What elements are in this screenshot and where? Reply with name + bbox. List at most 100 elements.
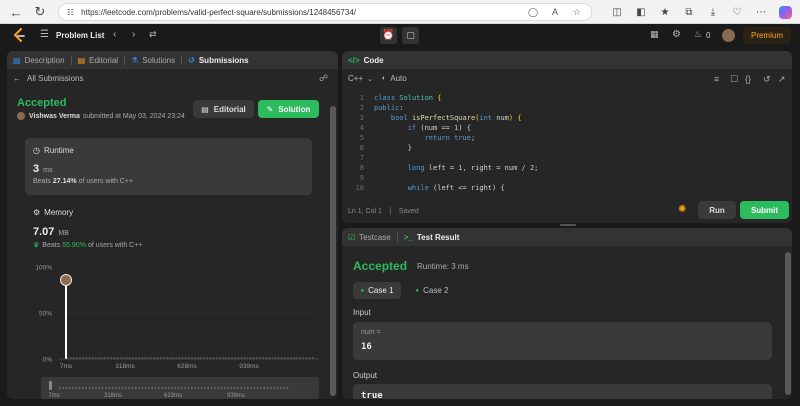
format-icon[interactable]: ≡ xyxy=(714,74,719,84)
case-2-tab[interactable]: ● Case 2 xyxy=(408,282,456,299)
mini-bar xyxy=(144,387,147,389)
auto-mode-toggle[interactable]: ◐ Auto xyxy=(382,74,407,83)
heart-icon[interactable]: ♡ xyxy=(726,0,748,24)
copilot-icon[interactable] xyxy=(774,0,796,24)
next-problem-icon[interactable]: › xyxy=(132,29,135,40)
address-bar[interactable]: ☷ https://leetcode.com/problems/valid-pe… xyxy=(58,3,592,21)
mini-bar xyxy=(266,387,269,389)
result-tabbar: ☑ Testcase >_ Test Result xyxy=(342,228,792,246)
input-box: num = 16 xyxy=(353,322,772,360)
pass-dot-icon: ● xyxy=(360,287,365,294)
mini-bar xyxy=(92,387,94,389)
mini-bar xyxy=(72,387,74,389)
shuffle-icon[interactable]: ⇄ xyxy=(149,29,157,40)
mini-bar xyxy=(250,387,252,389)
more-icon[interactable]: ⋯ xyxy=(750,0,772,24)
expand-icon[interactable]: ↗ xyxy=(778,74,786,85)
tab-test-result[interactable]: >_ Test Result xyxy=(398,228,466,246)
mini-bar xyxy=(151,387,153,389)
author-name[interactable]: Vishwas Verma xyxy=(29,113,80,120)
bookmark-icon[interactable]: ☐ xyxy=(730,74,738,85)
tab-code[interactable]: </> Code xyxy=(342,51,390,69)
all-submissions-link[interactable]: ← All Submissions xyxy=(13,74,83,83)
run-button[interactable]: Run xyxy=(698,201,736,219)
case-1-tab[interactable]: ● Case 1 xyxy=(353,282,401,299)
output-label: Output xyxy=(353,371,378,380)
code-line: 10 while (left <= right) { xyxy=(355,184,505,192)
user-position-avatar[interactable] xyxy=(60,274,72,286)
mini-bar xyxy=(131,387,134,389)
tab-solutions[interactable]: ⚗ Solutions xyxy=(125,51,181,69)
user-avatar[interactable] xyxy=(722,29,735,42)
mini-bar xyxy=(171,387,173,389)
solution-button[interactable]: ✎ Solution xyxy=(258,100,319,118)
braces-icon[interactable]: {} xyxy=(745,74,751,84)
editorial-button[interactable]: ▤ Editorial xyxy=(193,100,254,118)
mini-bar xyxy=(280,387,282,389)
left-scrollbar[interactable] xyxy=(329,103,337,399)
runtime-distribution-chart[interactable]: 100% 50% 0% 7ms 318ms 628ms 939ms xyxy=(7,261,327,391)
reset-icon[interactable]: ↺ xyxy=(763,74,771,85)
language-select[interactable]: C++ ⌄ xyxy=(348,74,373,83)
input-value: 16 xyxy=(361,342,372,352)
settings-gear-icon[interactable]: ⚙ xyxy=(672,29,681,40)
chevron-down-icon: ⌄ xyxy=(367,75,373,83)
runtime-value-row: 3 ms xyxy=(33,163,52,175)
memory-unit: MB xyxy=(58,230,69,237)
resize-handle[interactable] xyxy=(560,224,576,226)
layout-icon[interactable]: ▦ xyxy=(650,29,659,40)
mini-bar xyxy=(154,387,157,389)
range-handle[interactable] xyxy=(49,381,52,390)
premium-button[interactable]: Premium xyxy=(743,27,791,44)
left-scrollbar-thumb[interactable] xyxy=(330,106,336,396)
memory-value: 7.07 xyxy=(33,226,55,238)
problem-list-icon[interactable]: ☰ xyxy=(40,29,49,40)
reload-icon[interactable]: ↻ xyxy=(29,1,51,23)
memory-beats: ♛ Beats 55.90% of users with C++ xyxy=(33,241,143,250)
collections-icon[interactable]: ⧉ xyxy=(678,0,700,24)
sidebar-icon[interactable]: ◧ xyxy=(630,0,652,24)
tab-testcase[interactable]: ☑ Testcase xyxy=(342,228,397,246)
extension-icon[interactable]: ◯ xyxy=(526,3,540,21)
code-icon: </> xyxy=(348,55,360,65)
mini-bar xyxy=(207,387,209,389)
debug-bug-icon[interactable]: ✺ xyxy=(678,204,686,215)
site-info-icon[interactable]: ☷ xyxy=(67,8,74,17)
highlight-bar[interactable] xyxy=(65,275,67,359)
mini-bar xyxy=(148,387,150,389)
result-scrollbar-thumb[interactable] xyxy=(785,252,791,395)
tab-description[interactable]: ▤ Description xyxy=(7,51,71,69)
timer-button[interactable]: ⏰ xyxy=(380,27,397,44)
downloads-icon[interactable]: ⤓ xyxy=(702,0,724,24)
favorite-star-icon[interactable]: ☆ xyxy=(570,3,584,21)
leetcode-logo-icon[interactable] xyxy=(12,28,26,43)
read-aloud-icon[interactable]: A xyxy=(548,3,562,21)
submission-status: Accepted xyxy=(17,97,67,109)
mini-bar xyxy=(177,387,180,389)
problem-list-link[interactable]: Problem List xyxy=(56,31,104,40)
prev-problem-icon[interactable]: ‹ xyxy=(113,29,116,40)
submit-button[interactable]: Submit xyxy=(740,201,789,219)
notes-button[interactable]: ▢ xyxy=(402,27,419,44)
mini-tick-label: 318ms xyxy=(104,393,122,399)
streak-fire-icon[interactable]: ♨ xyxy=(694,29,702,40)
share-link-icon[interactable]: ☍ xyxy=(319,73,328,84)
browser-toolbar: ← ↻ ☷ https://leetcode.com/problems/vali… xyxy=(0,0,800,24)
result-status: Accepted xyxy=(353,259,408,273)
history-icon: ↺ xyxy=(188,55,195,65)
flask-icon: ⚗ xyxy=(131,55,139,65)
result-scrollbar[interactable] xyxy=(784,248,792,399)
mini-tick-label: 939ms xyxy=(227,393,245,399)
mini-bar xyxy=(194,387,196,389)
runtime-card[interactable]: ◷ Runtime 3 ms Beats 27.14% of users wit… xyxy=(25,138,312,195)
tab-editorial[interactable]: ▤ Editorial xyxy=(72,51,124,69)
code-editor[interactable]: 1 class Solution { 2 public: 3 bool isPerf… xyxy=(342,93,792,192)
lock-icon: ◐ xyxy=(382,75,387,82)
mini-bar xyxy=(158,387,160,389)
back-arrow-icon[interactable]: ← xyxy=(5,1,27,23)
favorites-icon[interactable]: ★ xyxy=(654,0,676,24)
range-selector[interactable]: 7ms 318ms 623ms 939ms xyxy=(41,377,319,399)
mini-bar xyxy=(141,387,143,389)
split-screen-icon[interactable]: ◫ xyxy=(606,0,628,24)
tab-submissions[interactable]: ↺ Submissions xyxy=(182,51,255,69)
